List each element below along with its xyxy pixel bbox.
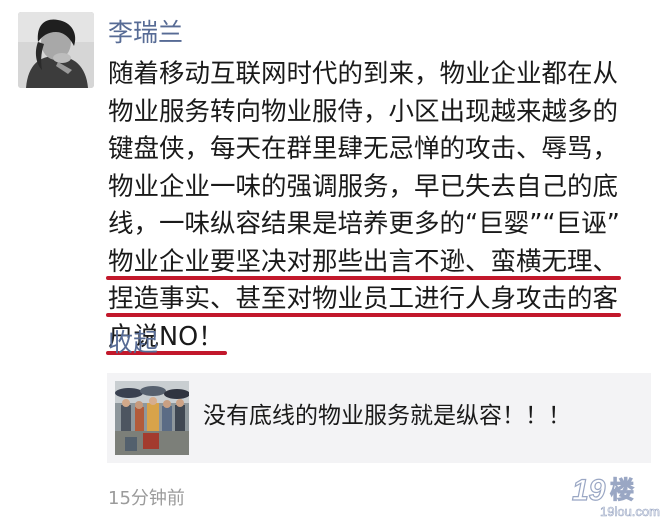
site-watermark-logo: 19 楼 19lou.com [566, 468, 662, 522]
shared-article-title: 没有底线的物业服务就是纵容！！！ [203, 403, 571, 429]
post-line-underlined: 物业企业要坚决对那些出言不逊、蛮横无理、 [108, 244, 653, 282]
underlined-text: 物业企业要坚决对那些出言不逊、蛮横无理、 [108, 246, 619, 277]
crowd-photo-image [115, 381, 189, 455]
post-line: 键盘侠，每天在群里肆无忌惮的攻击、辱骂， [108, 134, 619, 164]
post-text: 随着移动互联网时代的到来，物业企业都在从 物业服务转向物业服侍，小区出现越来越多… [108, 56, 653, 356]
post-timestamp: 15分钟前 [108, 488, 185, 509]
svg-text:19lou.com: 19lou.com [600, 504, 660, 519]
shared-article-card[interactable]: 没有底线的物业服务就是纵容！！！ [107, 373, 651, 463]
svg-text:楼: 楼 [610, 476, 634, 504]
underlined-text: 捏造事实、甚至对物业员工进行人身攻击的客 [108, 284, 619, 314]
avatar-photo [18, 12, 94, 88]
watermark-19lou-icon: 19 楼 19lou.com [571, 473, 660, 519]
svg-text:19: 19 [572, 474, 606, 507]
author-name[interactable]: 李瑞兰 [108, 16, 183, 50]
post-line: 物业企业一味的强调服务，早已失去自己的底 [108, 171, 619, 202]
shared-article-thumbnail [115, 381, 189, 455]
post-line-underlined: 户说NO！ [108, 319, 653, 357]
post-line-underlined: 捏造事实、甚至对物业员工进行人身攻击的客 [108, 281, 653, 319]
post-line: 随着移动互联网时代的到来，物业企业都在从 [108, 59, 619, 89]
post-line: 物业服务转向物业服侍，小区出现越来越多的 [108, 96, 619, 127]
author-avatar[interactable] [18, 12, 94, 88]
post-line: 线，一味纵容结果是培养更多的“巨婴”“巨诬” [108, 209, 620, 239]
collapse-link[interactable]: 收起 [108, 326, 158, 360]
